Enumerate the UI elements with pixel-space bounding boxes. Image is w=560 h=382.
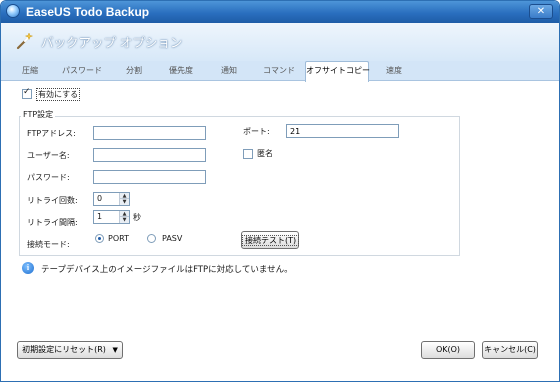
tab-offsite-copy[interactable]: オフサイトコピー	[305, 61, 370, 82]
info-icon: i	[22, 262, 34, 274]
tab-speed[interactable]: 速度	[377, 64, 411, 81]
retry-interval-label: リトライ間隔:	[27, 218, 78, 227]
dialog-header: バックアップ オプション	[1, 23, 559, 61]
seconds-unit-label: 秒	[133, 213, 141, 222]
mode-pasv-radio[interactable]	[147, 234, 156, 243]
tab-command[interactable]: コマンド	[257, 64, 301, 81]
tab-password[interactable]: パスワード	[59, 64, 105, 81]
ftp-settings-legend: FTP設定	[21, 109, 56, 120]
page-title: バックアップ オプション	[41, 35, 183, 50]
retry-count-value: 0	[97, 194, 103, 203]
enable-label[interactable]: 有効にする	[36, 88, 81, 101]
anonymous-label[interactable]: 匿名	[257, 148, 273, 159]
retry-interval-stepper[interactable]: 1 ▲ ▼	[93, 210, 130, 224]
port-label: ポート:	[243, 127, 270, 136]
ok-label: OK(O)	[435, 345, 461, 354]
options-window: EaseUS Todo Backup ✕ バックアップ オプション 圧縮 パスワ…	[0, 0, 560, 382]
cancel-label: キャンセル(C)	[484, 345, 536, 354]
reset-defaults-label: 初期設定にリセット(R)	[22, 345, 106, 354]
tab-notification[interactable]: 通知	[213, 64, 245, 81]
tab-split[interactable]: 分割	[119, 64, 149, 81]
info-message: テープデバイス上のイメージファイルはFTPに対応していません。	[41, 265, 293, 275]
tab-compression[interactable]: 圧縮	[15, 64, 45, 81]
close-button[interactable]: ✕	[529, 4, 553, 19]
tab-bar: 圧縮 パスワード 分割 優先度 通知 コマンド オフサイトコピー 速度	[1, 61, 559, 82]
retry-interval-value: 1	[97, 212, 103, 221]
mode-port-radio[interactable]	[95, 234, 104, 243]
title-bar[interactable]: EaseUS Todo Backup ✕	[1, 1, 559, 23]
connection-mode-label: 接続モード:	[27, 240, 70, 249]
chevron-down-icon[interactable]: ▼	[112, 346, 117, 354]
test-connection-label: 接続テスト(T)	[242, 235, 300, 246]
mode-pasv-label[interactable]: PASV	[162, 234, 182, 243]
mode-port-label[interactable]: PORT	[108, 234, 129, 243]
port-input[interactable]: 21	[286, 124, 399, 138]
app-title: EaseUS Todo Backup	[26, 5, 150, 19]
retry-count-spin-buttons[interactable]: ▲ ▼	[119, 193, 129, 205]
username-input[interactable]	[93, 148, 206, 162]
tab-priority[interactable]: 優先度	[161, 64, 201, 81]
reset-defaults-button[interactable]: 初期設定にリセット(R) ▼	[17, 341, 123, 359]
ftp-address-label: FTPアドレス:	[27, 129, 76, 138]
test-connection-button[interactable]: 接続テスト(T)	[241, 231, 300, 249]
tab-content: 有効にする FTP設定 FTPアドレス: ユーザー名: パスワード: リトライ回…	[1, 82, 559, 381]
ftp-address-input[interactable]	[93, 126, 206, 140]
ok-button[interactable]: OK(O)	[421, 341, 475, 359]
username-label: ユーザー名:	[27, 151, 70, 160]
password-label: パスワード:	[27, 173, 70, 182]
spin-down-icon[interactable]: ▼	[120, 199, 129, 205]
retry-count-label: リトライ回数:	[27, 196, 78, 205]
spin-down-icon[interactable]: ▼	[120, 217, 129, 223]
retry-count-stepper[interactable]: 0 ▲ ▼	[93, 192, 130, 206]
enable-checkbox[interactable]	[22, 87, 32, 99]
anonymous-checkbox[interactable]	[243, 149, 253, 159]
app-logo-icon	[6, 4, 20, 18]
magic-wand-icon	[16, 32, 33, 50]
password-input[interactable]	[93, 170, 206, 184]
retry-interval-spin-buttons[interactable]: ▲ ▼	[119, 211, 129, 223]
cancel-button[interactable]: キャンセル(C)	[482, 341, 538, 359]
